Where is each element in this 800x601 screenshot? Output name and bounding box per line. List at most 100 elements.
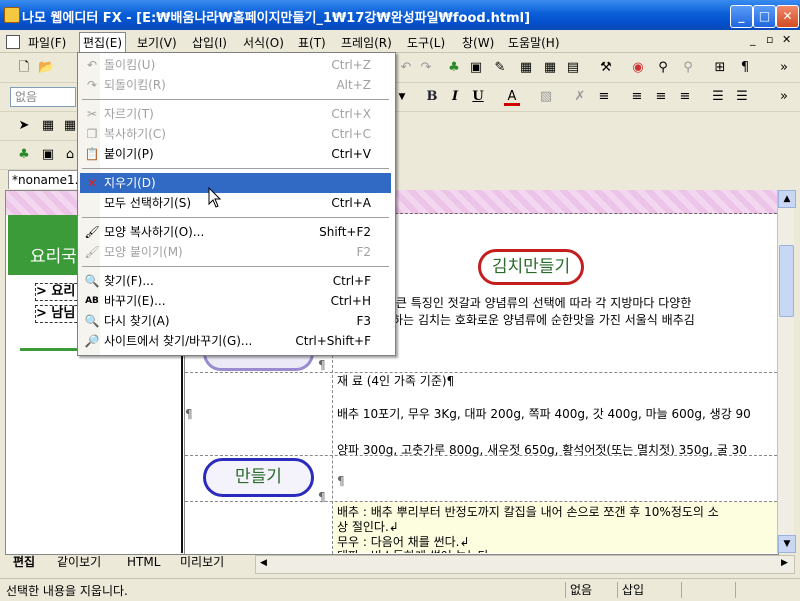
- highlight-color-icon[interactable]: ▧: [538, 89, 554, 105]
- pilcrow-icon[interactable]: ¶: [737, 60, 753, 76]
- menu-item-copy[interactable]: ❐ 복사하기(C) Ctrl+C: [80, 124, 391, 144]
- house-icon[interactable]: ⌂: [62, 147, 78, 163]
- underline-button[interactable]: U: [470, 89, 486, 105]
- grid-icon[interactable]: ▦: [542, 60, 558, 76]
- link-icon[interactable]: ⚲: [655, 60, 671, 76]
- style-dropdown-icon[interactable]: ▼: [394, 89, 410, 105]
- more-tools-icon[interactable]: »: [776, 60, 792, 76]
- menu-view[interactable]: 보기(V): [134, 33, 180, 52]
- status-cell-5: [735, 582, 795, 598]
- table-icon[interactable]: ▦: [518, 60, 534, 76]
- menu-help[interactable]: 도움말(H): [505, 33, 563, 52]
- menu-item-select-all[interactable]: 모두 선택하기(S) Ctrl+A: [80, 193, 391, 213]
- edit-icon[interactable]: ✎: [492, 60, 508, 76]
- text-color-button[interactable]: A: [504, 89, 520, 106]
- menu-item-find[interactable]: 🔍 찾기(F)... Ctrl+F: [80, 271, 391, 291]
- align-center-icon[interactable]: ≡: [653, 89, 669, 105]
- menu-edit[interactable]: 편집(E): [79, 32, 127, 52]
- new-file-icon[interactable]: 🗋: [16, 60, 32, 76]
- pilcrow-4: ¶: [337, 474, 345, 488]
- align-right-icon[interactable]: ≡: [677, 89, 693, 105]
- menu-frame[interactable]: 프레임(R): [338, 33, 395, 52]
- banner-dashed-line: [330, 213, 777, 214]
- paste-icon: 📋: [84, 147, 100, 161]
- redo-icon: ↷: [86, 78, 98, 92]
- tree-insert-icon[interactable]: ♣: [16, 147, 32, 163]
- paragraph-icon[interactable]: ≡: [596, 89, 612, 105]
- image-icon[interactable]: ▣: [468, 60, 484, 76]
- doc-restore-button[interactable]: ▫: [766, 33, 773, 46]
- edit-menu-dropdown: ↶ 돌이킴(U) Ctrl+Z ↷ 되돌이킴(R) Alt+Z ✂ 자르기(T)…: [77, 52, 396, 356]
- object-toolbar: ➤ ▦ ▦: [0, 112, 80, 141]
- picture-insert-icon[interactable]: ▣: [40, 147, 56, 163]
- minimize-button[interactable]: _: [730, 5, 753, 28]
- pointer-icon[interactable]: ➤: [16, 118, 32, 134]
- app-icon[interactable]: [4, 7, 20, 23]
- menu-insert[interactable]: 삽입(I): [189, 33, 230, 52]
- vertical-scrollbar[interactable]: ▲ ▼: [777, 190, 796, 553]
- bullet-list-icon[interactable]: ☰: [734, 89, 750, 105]
- close-button[interactable]: ✕: [776, 5, 799, 28]
- replace-icon: AB: [85, 296, 99, 306]
- doc-minimize-button[interactable]: _: [750, 33, 756, 46]
- menu-item-replace[interactable]: AB 바꾸기(E)... Ctrl+H: [80, 291, 391, 311]
- pilcrow-1: ¶: [318, 358, 326, 372]
- horizontal-scrollbar[interactable]: ◀ ▶: [255, 555, 795, 574]
- menu-item-label: 복사하기(C): [104, 127, 166, 141]
- redo-toolbar-icon[interactable]: ↷: [418, 60, 434, 76]
- menu-format[interactable]: 서식(O): [240, 33, 287, 52]
- undo-toolbar-icon[interactable]: ↶: [398, 60, 414, 76]
- maximize-button[interactable]: □: [753, 5, 776, 28]
- menu-item-cut[interactable]: ✂ 자르기(T) Ctrl+X: [80, 104, 391, 124]
- step-line-4: 대파 : 비스듬하게 썰어 놓는다.: [337, 547, 493, 553]
- menu-item-format-copy[interactable]: 🖌 모양 복사하기(O)... Shift+F2: [80, 222, 391, 242]
- tab-html[interactable]: HTML: [127, 554, 160, 571]
- numbered-list-icon[interactable]: ☰: [710, 89, 726, 105]
- scroll-left-button[interactable]: ◀: [256, 556, 271, 571]
- scroll-thumb[interactable]: [779, 245, 794, 317]
- frame-icon[interactable]: ▤: [565, 60, 581, 76]
- view-tabs: 편집 같이보기 HTML 미리보기: [5, 554, 255, 572]
- tab-edit[interactable]: 편집: [13, 554, 35, 571]
- clear-format-icon[interactable]: ✗: [572, 89, 588, 105]
- grid-toggle-icon[interactable]: ⊞: [712, 60, 728, 76]
- menu-item-label: 지우기(D): [104, 176, 156, 190]
- open-folder-icon[interactable]: 📂: [38, 60, 54, 76]
- menu-tools[interactable]: 도구(L): [404, 33, 448, 52]
- preview-icon[interactable]: ◉: [630, 60, 646, 76]
- style-select[interactable]: 없음: [10, 87, 76, 107]
- menu-item-shortcut: Ctrl+H: [330, 294, 371, 308]
- tools-icon[interactable]: ⚒: [598, 60, 614, 76]
- left-link-1-label: 요리: [51, 284, 76, 299]
- dashed-row-1: [185, 372, 777, 373]
- more-format-icon[interactable]: »: [776, 89, 792, 105]
- menu-item-find-again[interactable]: 🔍 다시 찾기(A) F3: [80, 311, 391, 331]
- find-again-icon: 🔍: [84, 314, 100, 328]
- menu-item-undo[interactable]: ↶ 돌이킴(U) Ctrl+Z: [80, 55, 391, 75]
- scroll-up-button[interactable]: ▲: [778, 190, 796, 208]
- grid-insert-icon[interactable]: ▦: [62, 118, 78, 134]
- scroll-down-button[interactable]: ▼: [778, 535, 796, 553]
- menu-item-format-paste[interactable]: 🖌 모양 붙이기(M) F2: [80, 242, 391, 262]
- doc-close-button[interactable]: ✕: [782, 33, 791, 46]
- tab-preview[interactable]: 미리보기: [180, 554, 224, 571]
- menu-file[interactable]: 파일(F): [25, 33, 69, 52]
- menu-item-site-find[interactable]: 🔎 사이트에서 찾기/바꾸기(G)... Ctrl+Shift+F: [80, 331, 391, 351]
- scroll-right-button[interactable]: ▶: [777, 556, 792, 571]
- align-left-icon[interactable]: ≡: [629, 89, 645, 105]
- tab-split[interactable]: 같이보기: [57, 554, 101, 571]
- menu-window[interactable]: 창(W): [459, 33, 497, 52]
- bold-button[interactable]: B: [424, 89, 440, 105]
- menu-item-shortcut: Ctrl+Z: [331, 58, 371, 72]
- document-menu-icon[interactable]: [6, 35, 20, 49]
- menu-table[interactable]: 표(T): [295, 33, 329, 52]
- copy-icon: ❐: [86, 127, 98, 141]
- italic-button[interactable]: I: [447, 89, 463, 105]
- menu-bar: 파일(F) 편집(E) 보기(V) 삽입(I) 서식(O) 표(T) 프레임(R…: [0, 30, 800, 53]
- menu-item-delete[interactable]: ✕ 지우기(D): [80, 173, 391, 193]
- menu-item-redo[interactable]: ↷ 되돌이킴(R) Alt+Z: [80, 75, 391, 95]
- unlink-icon[interactable]: ⚲: [680, 60, 696, 76]
- table-insert-icon[interactable]: ▦: [40, 118, 56, 134]
- tree-icon[interactable]: ♣: [446, 60, 462, 76]
- menu-item-paste[interactable]: 📋 붙이기(P) Ctrl+V: [80, 144, 391, 164]
